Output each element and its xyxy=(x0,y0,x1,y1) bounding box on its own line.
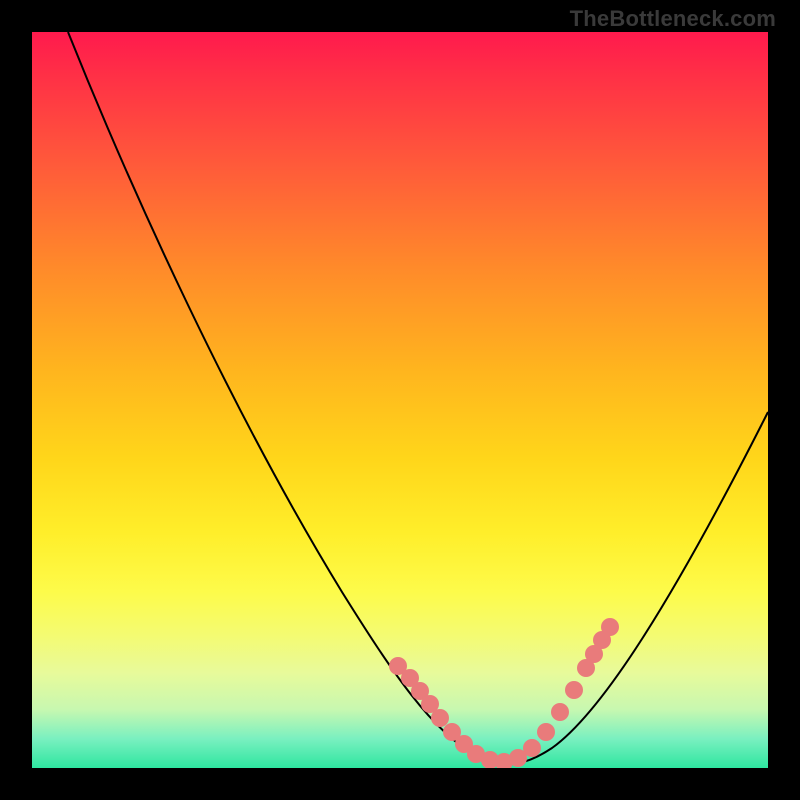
data-point xyxy=(537,723,555,741)
highlight-dots xyxy=(389,618,619,768)
data-point xyxy=(565,681,583,699)
data-point xyxy=(601,618,619,636)
chart-svg xyxy=(32,32,768,768)
bottleneck-curve xyxy=(68,32,768,764)
outer-frame: TheBottleneck.com xyxy=(0,0,800,800)
attribution-text: TheBottleneck.com xyxy=(570,6,776,32)
data-point xyxy=(523,739,541,757)
data-point xyxy=(551,703,569,721)
data-point xyxy=(431,709,449,727)
plot-area xyxy=(32,32,768,768)
